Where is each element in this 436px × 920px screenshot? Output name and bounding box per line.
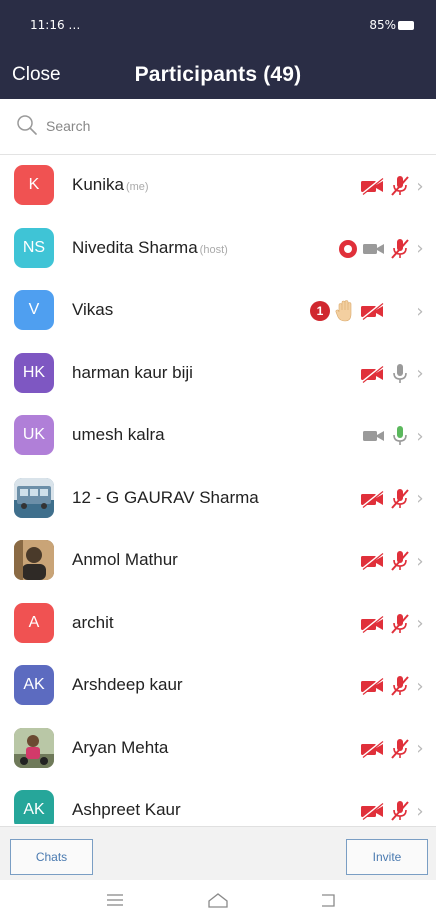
status-right: 85% (369, 18, 414, 32)
back-icon[interactable] (313, 888, 343, 912)
menu-icon[interactable] (100, 888, 130, 912)
video-off-icon (360, 552, 386, 570)
participant-name: Anmol Mathur (72, 550, 178, 569)
invite-button[interactable]: Invite (346, 839, 428, 875)
participant-tag: (me) (125, 181, 149, 193)
avatar: NS (14, 227, 54, 268)
avatar-photo (14, 540, 54, 580)
participant-tag: (host) (199, 243, 228, 256)
avatar: AK (14, 665, 54, 705)
participant-name: Ashpreet Kaur (72, 800, 181, 819)
chevron-right-icon: › (416, 675, 424, 697)
page-title: Participants (49) (134, 63, 302, 86)
participant-row[interactable]: HK harman kaur biji › (0, 344, 436, 407)
video-off-icon (360, 802, 386, 820)
search-icon (17, 115, 37, 135)
mic-muted-icon (390, 737, 410, 761)
avatar: K (14, 165, 54, 205)
video-off-icon (360, 739, 386, 758)
participant-list: K Kunika (me) › NS Nivedita Sharma (host) … (0, 156, 436, 824)
mic-active-icon (390, 424, 410, 448)
search-bar (0, 99, 436, 155)
participant-name: harman kaur biji (72, 362, 193, 382)
video-off-icon (360, 302, 386, 320)
battery-icon (398, 21, 414, 30)
avatar-photo (14, 727, 54, 768)
recording-icon (338, 239, 358, 259)
hand-count-badge: 1 (310, 301, 330, 321)
avatar: V (14, 290, 54, 330)
chevron-right-icon: › (416, 238, 424, 259)
search-input[interactable] (46, 115, 406, 137)
avatar-photo (14, 477, 54, 518)
video-off-icon (360, 177, 386, 195)
participant-row[interactable]: Anmol Mathur › (0, 531, 436, 594)
participant-name: Nivedita Sharma (host) (72, 237, 228, 257)
mic-muted-icon (390, 799, 410, 823)
participant-name: Arshdeep kaur (72, 675, 183, 694)
avatar: A (14, 602, 54, 643)
avatar: AK (14, 790, 54, 824)
home-icon[interactable] (203, 888, 233, 912)
status-time: 11:16 … (30, 18, 81, 32)
participant-name: 12 - G GAURAV Sharma (72, 487, 259, 507)
participant-row[interactable]: K Kunika (me) › (0, 156, 436, 219)
chevron-right-icon: › (416, 175, 424, 197)
participant-row[interactable]: 12 - G GAURAV Sharma › (0, 469, 436, 532)
participant-name: Kunika (me) (72, 175, 149, 194)
participant-name: Aryan Mehta (72, 737, 169, 757)
mic-muted-icon (390, 549, 410, 573)
video-off-icon (360, 489, 386, 508)
chats-button[interactable]: Chats (10, 839, 93, 875)
participant-name: umesh kalra (72, 425, 165, 444)
participant-row[interactable]: AK Arshdeep kaur › (0, 656, 436, 719)
avatar: HK (14, 352, 54, 393)
chevron-right-icon: › (416, 613, 424, 634)
participant-name: archit (72, 612, 114, 632)
mic-muted-icon (390, 237, 410, 261)
chevron-right-icon: › (416, 425, 424, 447)
mic-muted-icon (390, 612, 410, 636)
video-on-icon (362, 241, 386, 257)
video-on-icon (362, 428, 386, 444)
raised-hand-icon (334, 299, 356, 323)
header-bar: Close Participants (49) (0, 52, 436, 99)
chevron-right-icon: › (416, 738, 424, 759)
participant-row[interactable]: A archit › (0, 594, 436, 657)
participant-row[interactable]: NS Nivedita Sharma (host) › (0, 219, 436, 282)
bottom-action-bar: Chats Invite (0, 826, 436, 880)
participant-row[interactable]: UK umesh kalra › (0, 406, 436, 469)
participant-row[interactable]: Aryan Mehta › (0, 719, 436, 782)
video-off-icon (360, 677, 386, 695)
participant-name: Vikas (72, 300, 114, 319)
participant-row[interactable]: AK Ashpreet Kaur › (0, 781, 436, 824)
video-off-icon (360, 364, 386, 383)
chevron-right-icon: › (416, 800, 424, 822)
mic-muted-icon (390, 487, 410, 511)
chevron-right-icon: › (416, 363, 424, 384)
participant-row[interactable]: V Vikas 1 › (0, 281, 436, 344)
mic-icon (390, 362, 410, 386)
chevron-right-icon: › (416, 300, 424, 322)
video-off-icon (360, 614, 386, 633)
mic-muted-icon (390, 174, 410, 198)
chevron-right-icon: › (416, 488, 424, 509)
avatar: UK (14, 415, 54, 455)
system-nav-bar (0, 880, 436, 920)
mic-muted-icon (390, 674, 410, 698)
status-bar: 11:16 … 85% (0, 0, 436, 52)
chevron-right-icon: › (416, 550, 424, 572)
